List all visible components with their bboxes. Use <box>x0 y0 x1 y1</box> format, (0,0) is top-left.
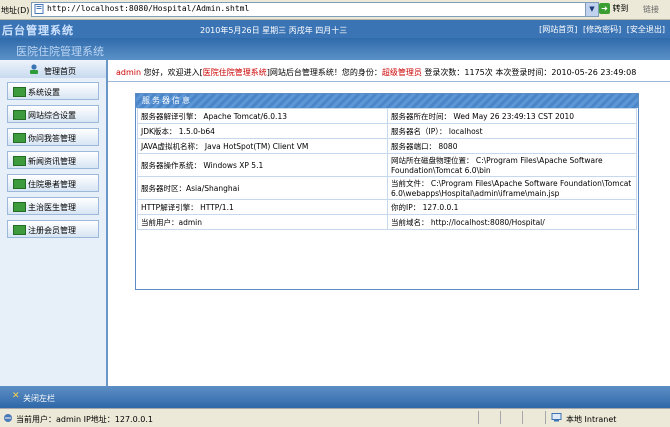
status-text: 当前用户：admin IP地址：127.0.0.1 <box>16 415 153 424</box>
folder-icon <box>13 179 26 189</box>
address-label: 地址(D) <box>1 6 30 15</box>
table-cell: 服务器名（IP）： localhost <box>387 123 637 139</box>
table-cell: JAVA虚拟机名称： Java HotSpot(TM) Client VM <box>137 138 388 154</box>
system-title: 医院住院管理系统 <box>16 45 104 58</box>
sidebar: 管理首页 系统设置 网站综合设置 你问我答管理 新闻资讯管理 住院患者管理 主治… <box>0 60 108 386</box>
logo: 后台管理系统 <box>2 24 74 37</box>
table-cell: 当前域名： http://localhost:8080/Hospital/ <box>387 214 637 230</box>
sidebar-item-patients[interactable]: 住院患者管理 <box>7 174 99 192</box>
zone-label: 本地 Intranet <box>566 415 617 424</box>
table-cell: 你的IP： 127.0.0.1 <box>387 199 637 215</box>
sidebar-item-doctors[interactable]: 主治医生管理 <box>7 197 99 215</box>
server-info-panel: 服务器信息 服务器解译引擎： Apache Tomcat/6.0.13 服务器所… <box>135 93 639 290</box>
table-row: JAVA虚拟机名称： Java HotSpot(TM) Client VM 服务… <box>137 138 637 154</box>
header-links: [网站首页] [修改密码] [安全退出] <box>536 24 665 35</box>
table-cell: JDK版本： 1.5.0-b64 <box>137 123 388 139</box>
status-divider <box>522 411 523 424</box>
table-cell: 服务器端口： 8080 <box>387 138 637 154</box>
welcome-text-1: 您好，欢迎进入[ <box>141 68 203 77</box>
welcome-role: 超级管理员 <box>381 68 422 77</box>
welcome-user: admin <box>116 68 142 77</box>
divider <box>108 81 670 82</box>
page-icon <box>34 4 44 14</box>
status-bar: 当前用户：admin IP地址：127.0.0.1 本地 Intranet <box>0 408 670 427</box>
sidebar-item-system-settings[interactable]: 系统设置 <box>7 82 99 100</box>
folder-icon <box>13 110 26 120</box>
table-cell: 服务器时区：Asia/Shanghai <box>137 176 388 200</box>
admin-home-icon <box>30 64 38 74</box>
table-cell: 服务器所在时间： Wed May 26 23:49:13 CST 2010 <box>387 108 637 124</box>
folder-icon <box>13 225 26 235</box>
intranet-icon <box>551 413 562 422</box>
status-divider <box>478 411 479 424</box>
main-content: admin 您好，欢迎进入[医院住院管理系统]网站后台管理系统！您的身份：超级管… <box>108 60 670 386</box>
footer-bar: ✕ 关闭左栏 <box>0 386 670 408</box>
sidebar-item-label: 你问我答管理 <box>28 134 76 143</box>
sidebar-header[interactable]: 管理首页 <box>0 60 106 78</box>
sidebar-item-site-settings[interactable]: 网站综合设置 <box>7 105 99 123</box>
table-row: 服务器操作系统： Windows XP 5.1 网站所在磁盘物理位置： C:\P… <box>137 153 637 177</box>
table-cell: 当前文件： C:\Program Files\Apache Software F… <box>387 176 637 200</box>
address-dropdown-button[interactable]: ▼ <box>585 3 598 16</box>
welcome-line: admin 您好，欢迎进入[医院住院管理系统]网站后台管理系统！您的身份：超级管… <box>116 67 636 78</box>
sidebar-title: 管理首页 <box>44 67 76 76</box>
header-date: 2010年5月26日 星期三 丙戌年 四月十三 <box>200 26 348 35</box>
server-info-table: 服务器解译引擎： Apache Tomcat/6.0.13 服务器所在时间： W… <box>137 108 637 230</box>
status-divider <box>545 411 546 424</box>
status-divider <box>500 411 501 424</box>
folder-icon <box>13 202 26 212</box>
server-info-title: 服务器信息 <box>136 94 638 108</box>
sidebar-item-label: 主治医生管理 <box>28 203 76 212</box>
table-cell: 网站所在磁盘物理位置： C:\Program Files\Apache Soft… <box>387 153 637 177</box>
address-input[interactable]: http://localhost:8080/Hospital/Admin.sht… <box>31 2 599 17</box>
sidebar-item-members[interactable]: 注册会员管理 <box>7 220 99 238</box>
table-row: 服务器解译引擎： Apache Tomcat/6.0.13 服务器所在时间： W… <box>137 108 637 124</box>
folder-icon <box>13 156 26 166</box>
sidebar-item-label: 网站综合设置 <box>28 111 76 120</box>
table-cell: 服务器操作系统： Windows XP 5.1 <box>137 153 388 177</box>
table-row: 服务器时区：Asia/Shanghai 当前文件： C:\Program Fil… <box>137 176 637 200</box>
sidebar-item-label: 系统设置 <box>28 88 60 97</box>
url-text: http://localhost:8080/Hospital/Admin.sht… <box>47 4 250 13</box>
welcome-text-3: 登录次数：1175次 本次登录时间：2010-05-26 23:49:08 <box>421 68 637 77</box>
table-cell: 当前用户：admin <box>137 214 388 230</box>
sidebar-item-label: 注册会员管理 <box>28 226 76 235</box>
home-link[interactable]: [网站首页] <box>539 25 577 34</box>
table-row: HTTP解译引擎： HTTP/1.1 你的IP： 127.0.0.1 <box>137 199 637 215</box>
address-bar: 地址(D) http://localhost:8080/Hospital/Adm… <box>0 0 670 20</box>
close-icon[interactable]: ✕ <box>12 392 21 401</box>
table-row: 当前用户：admin 当前域名： http://localhost:8080/H… <box>137 214 637 230</box>
go-arrow-icon: ➜ <box>599 3 610 14</box>
go-button[interactable]: ➜ 转到 <box>599 3 639 16</box>
sidebar-item-label: 住院患者管理 <box>28 180 76 189</box>
welcome-text-2: ]网站后台管理系统！您的身份： <box>266 68 382 77</box>
folder-icon <box>13 87 26 97</box>
sidebar-item-news[interactable]: 新闻资讯管理 <box>7 151 99 169</box>
sidebar-item-label: 新闻资讯管理 <box>28 157 76 166</box>
welcome-site: 医院住院管理系统 <box>202 68 267 77</box>
table-cell: 服务器解译引擎： Apache Tomcat/6.0.13 <box>137 108 388 124</box>
logout-link[interactable]: [安全退出] <box>627 25 665 34</box>
change-password-link[interactable]: [修改密码] <box>583 25 621 34</box>
folder-icon <box>13 133 26 143</box>
sidebar-item-qa[interactable]: 你问我答管理 <box>7 128 99 146</box>
links-label[interactable]: 链接 <box>643 4 659 15</box>
go-label: 转到 <box>612 4 629 13</box>
table-cell: HTTP解译引擎： HTTP/1.1 <box>137 199 388 215</box>
table-row: JDK版本： 1.5.0-b64 服务器名（IP）： localhost <box>137 123 637 139</box>
browser-page-icon <box>4 414 12 422</box>
close-sidebar-button[interactable]: 关闭左栏 <box>23 393 55 404</box>
